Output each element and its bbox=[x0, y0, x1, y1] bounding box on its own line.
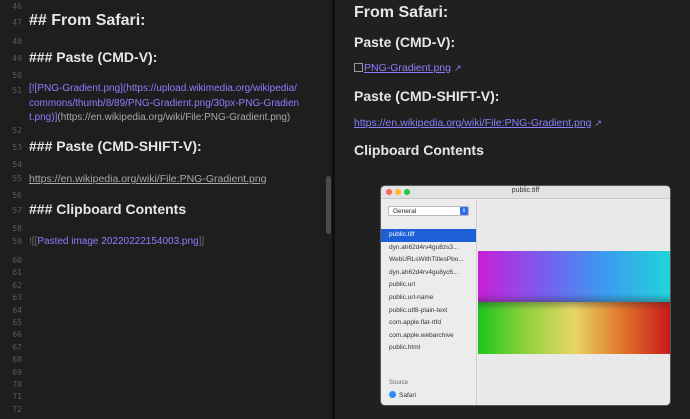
type-list-item: public.url bbox=[389, 281, 416, 289]
heading-from-safari-source[interactable]: ## From Safari: bbox=[29, 12, 322, 30]
type-list-item: com.apple.flat-rtfd bbox=[389, 319, 442, 327]
link-source-part: commons/thumb/8/89/PNG-Gradient.png/30px… bbox=[29, 97, 300, 109]
link-source-part: [![PNG-Gradient.png](https://upload.wiki… bbox=[29, 83, 297, 94]
type-list-item: public.utf8-plain-text bbox=[389, 306, 448, 314]
source-app-name: Safari bbox=[399, 392, 416, 399]
line-number: 54 bbox=[12, 160, 22, 169]
line-number: 55 bbox=[12, 174, 22, 183]
embed-bracket: ]] bbox=[198, 236, 205, 247]
line-number: 64 bbox=[12, 305, 22, 315]
type-list-item: WebURLsWithTitlesPbo... bbox=[389, 256, 464, 264]
type-sidebar: General ⇕ public.tiff dyn.ah62d4rv4gu8zs3… bbox=[381, 200, 477, 405]
line-number: 65 bbox=[12, 318, 22, 327]
clipboard-viewer-screenshot: public.tiff General ⇕ public.tiff dyn.ah6… bbox=[381, 186, 670, 405]
external-link-icon: ↗ bbox=[453, 63, 462, 73]
line-number: 61 bbox=[12, 268, 22, 278]
line-number: 49 bbox=[12, 54, 22, 63]
category-select: General ⇕ bbox=[388, 206, 469, 216]
line-number: 47 bbox=[12, 18, 22, 27]
type-list-item: dyn.ah62d4rv4gu8zs3... bbox=[389, 243, 459, 251]
line-number: 58 bbox=[12, 224, 22, 233]
external-link-icon: ↗ bbox=[594, 118, 603, 128]
source-label: Source bbox=[389, 380, 409, 386]
line-number: 70 bbox=[12, 380, 22, 389]
heading-clipboard-source[interactable]: ### Clipboard Contents bbox=[29, 201, 322, 217]
line-number: 48 bbox=[12, 37, 22, 46]
tiff-preview-area bbox=[478, 200, 670, 405]
line-number: 57 bbox=[12, 206, 22, 215]
line-number: 56 bbox=[12, 191, 22, 200]
plain-url-source[interactable]: https://en.wikipedia.org/wiki/File:PNG-G… bbox=[29, 173, 322, 185]
preview-url-link[interactable]: https://en.wikipedia.org/wiki/File:PNG-G… bbox=[354, 117, 602, 129]
line-number: 72 bbox=[12, 404, 22, 414]
source-app: Safari bbox=[389, 391, 416, 399]
gradient-transition bbox=[478, 294, 670, 310]
line-number: 68 bbox=[12, 355, 22, 365]
type-list-item: dyn.ah62d4rv4gu8yc6... bbox=[389, 268, 459, 276]
markdown-preview: From Safari: Paste (CMD-V): PNG-Gradient… bbox=[335, 0, 690, 419]
heading-paste-shift-source[interactable]: ### Paste (CMD-SHIFT-V): bbox=[29, 138, 322, 154]
embed-name: Pasted image 20220222154003.png bbox=[37, 236, 199, 247]
editor-scrollbar[interactable] bbox=[326, 176, 331, 234]
line-number: 62 bbox=[12, 280, 22, 290]
type-list-item: public.url-name bbox=[389, 293, 434, 301]
line-number: 66 bbox=[12, 330, 22, 340]
updown-chevron-icon: ⇕ bbox=[460, 207, 468, 215]
line-number: 60 bbox=[12, 256, 22, 265]
line-number: 52 bbox=[12, 126, 22, 135]
image-link-text: PNG-Gradient.png bbox=[364, 62, 451, 74]
line-number: 59 bbox=[12, 237, 22, 246]
type-list-item: public.tiff bbox=[381, 229, 476, 242]
line-number: 50 bbox=[12, 71, 22, 80]
safari-compass-icon bbox=[389, 391, 396, 398]
line-number: 53 bbox=[12, 143, 22, 152]
markdown-editor[interactable]: 46 47 ## From Safari: 48 49 ### Paste (C… bbox=[0, 0, 332, 419]
markdown-image-link-source[interactable]: [![PNG-Gradient.png](https://upload.wiki… bbox=[29, 82, 322, 126]
window-title: public.tiff bbox=[511, 187, 540, 194]
type-list-item: public.html bbox=[389, 344, 421, 352]
link-source-part: t.png)] bbox=[29, 112, 58, 123]
type-list: public.tiff dyn.ah62d4rv4gu8zs3... WebURLs… bbox=[381, 229, 476, 355]
type-list-item: com.apple.webarchive bbox=[389, 331, 454, 339]
preview-heading-clipboard: Clipboard Contents bbox=[354, 142, 484, 158]
line-number: 67 bbox=[12, 342, 22, 352]
preview-heading-from-safari: From Safari: bbox=[354, 4, 449, 21]
line-number: 63 bbox=[12, 293, 22, 303]
heading-paste-source[interactable]: ### Paste (CMD-V): bbox=[29, 49, 322, 65]
line-number: 51 bbox=[12, 86, 22, 95]
line-number: 71 bbox=[12, 392, 22, 402]
preview-image-link[interactable]: PNG-Gradient.png ↗ bbox=[354, 62, 462, 74]
link-source-url: (https://en.wikipedia.org/wiki/File:PNG-… bbox=[57, 112, 291, 123]
preview-heading-paste-shift: Paste (CMD-SHIFT-V): bbox=[354, 88, 500, 104]
line-number: 69 bbox=[12, 367, 22, 377]
preview-heading-paste: Paste (CMD-V): bbox=[354, 34, 456, 50]
window-titlebar: public.tiff bbox=[381, 186, 670, 199]
select-value: General bbox=[393, 208, 417, 215]
broken-image-icon bbox=[354, 63, 363, 72]
embed-image-source[interactable]: ![[Pasted image 20220222154003.png]] bbox=[29, 236, 322, 247]
line-number: 46 bbox=[12, 2, 22, 11]
url-link-text: https://en.wikipedia.org/wiki/File:PNG-G… bbox=[354, 117, 592, 129]
